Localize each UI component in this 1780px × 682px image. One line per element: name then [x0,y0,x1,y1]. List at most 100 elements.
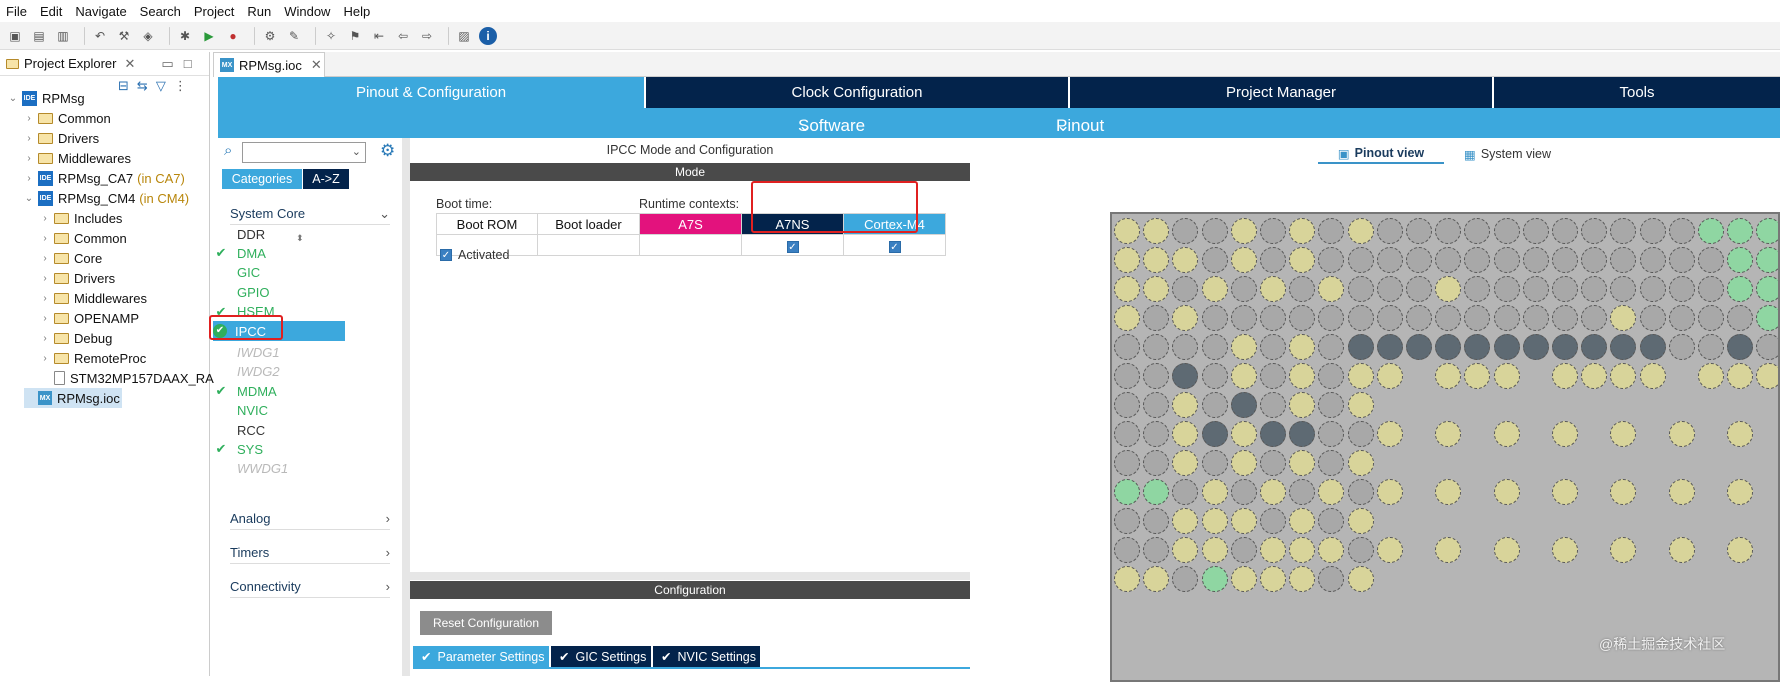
pin[interactable] [1143,305,1170,331]
pin[interactable] [1201,334,1228,360]
pin[interactable] [1289,218,1316,244]
reset-configuration-button[interactable]: Reset Configuration [420,611,552,635]
pin[interactable] [1581,218,1608,244]
pin[interactable] [1172,276,1199,302]
pin[interactable] [1552,276,1578,302]
pin[interactable] [1114,276,1140,302]
pin[interactable] [1435,537,1462,563]
pin[interactable] [1230,305,1257,331]
pin[interactable] [1172,334,1199,360]
search-input[interactable]: ⌄ [242,142,366,163]
pin[interactable] [1172,363,1199,389]
pin[interactable] [1552,305,1578,331]
pin[interactable] [1493,421,1520,447]
pin[interactable] [1668,305,1695,331]
pin[interactable] [1406,305,1432,331]
expand-right-icon[interactable]: › [40,233,50,244]
sort-icon[interactable]: ⬍ [296,233,304,244]
tab-gic-settings[interactable]: ✔ GIC Settings [551,646,651,667]
pin[interactable] [1552,479,1578,505]
undo-icon[interactable]: ↶ [91,27,109,45]
pin[interactable] [1260,450,1286,476]
expand-down-icon[interactable]: ⌄ [24,193,34,204]
task-icon[interactable]: ✎ [285,27,303,45]
pin[interactable] [1376,218,1403,244]
tree-item[interactable]: › Middlewares [24,148,131,168]
pin[interactable] [1581,334,1608,360]
pin[interactable] [1464,363,1491,389]
expand-right-icon[interactable]: › [24,173,34,184]
pin[interactable] [1230,276,1257,302]
save-icon[interactable]: ▤ [30,27,48,45]
pin[interactable] [1172,479,1199,505]
pin[interactable] [1347,566,1374,592]
pin[interactable] [1318,276,1345,302]
tree-item[interactable]: ⌄ IDE RPMsg [8,88,85,108]
pin[interactable] [1610,479,1637,505]
pin[interactable] [1289,479,1316,505]
menu-help[interactable]: Help [343,4,370,19]
pin[interactable] [1201,566,1228,592]
pin[interactable] [1347,305,1374,331]
pin[interactable] [1172,508,1199,534]
pin[interactable] [1230,537,1257,563]
pin[interactable] [1668,247,1695,273]
pin[interactable] [1201,363,1228,389]
category-nvic[interactable]: NVIC [213,401,268,421]
pin[interactable] [1143,247,1170,273]
pin[interactable] [1289,508,1316,534]
pin[interactable] [1347,479,1374,505]
section-system-core[interactable]: System Core ⌄ [230,203,390,225]
activated-checkbox[interactable]: ✓ [440,249,452,261]
menu-project[interactable]: Project [194,4,234,19]
pin[interactable] [1347,392,1374,418]
pin[interactable] [1610,334,1637,360]
pin[interactable] [1376,537,1403,563]
tree-item[interactable]: › OPENAMP [40,308,139,328]
pin[interactable] [1581,305,1608,331]
pin[interactable] [1318,305,1345,331]
menu-file[interactable]: File [6,4,27,19]
pin[interactable] [1493,479,1520,505]
annotation-icon[interactable]: ⚑ [346,27,364,45]
pin[interactable] [1318,566,1345,592]
search-tool-icon[interactable]: ✧ [322,27,340,45]
category-gic[interactable]: GIC [213,263,260,283]
run-icon[interactable]: ▶ [200,27,218,45]
tree-item[interactable]: › Debug [40,328,112,348]
pin[interactable] [1698,305,1724,331]
pin[interactable] [1114,421,1140,447]
pin[interactable] [1493,305,1520,331]
section-analog[interactable]: Analog › [230,508,390,530]
pin[interactable] [1289,363,1316,389]
pin[interactable] [1493,537,1520,563]
pin[interactable] [1172,392,1199,418]
pin[interactable] [1727,276,1754,302]
menu-run[interactable]: Run [247,4,271,19]
pin[interactable] [1201,276,1228,302]
pin[interactable] [1114,392,1140,418]
pin[interactable] [1172,537,1199,563]
pin[interactable] [1114,450,1140,476]
menu-search[interactable]: Search [140,4,181,19]
pin[interactable] [1698,218,1724,244]
pin[interactable] [1668,218,1695,244]
pin[interactable] [1114,566,1140,592]
pin[interactable] [1260,305,1286,331]
pin[interactable] [1318,508,1345,534]
pin[interactable] [1435,421,1462,447]
pin[interactable] [1260,363,1286,389]
pin[interactable] [1552,537,1578,563]
perspective-icon[interactable]: ▨ [455,27,473,45]
pin[interactable] [1289,334,1316,360]
new-icon[interactable]: ▣ [6,27,24,45]
pin[interactable] [1376,334,1403,360]
pin[interactable] [1289,421,1316,447]
pin[interactable] [1727,421,1754,447]
pin[interactable] [1230,334,1257,360]
tree-item[interactable]: › Drivers [24,128,99,148]
pin[interactable] [1552,247,1578,273]
tree-item[interactable]: › Common [40,228,126,248]
pin[interactable] [1727,218,1754,244]
pin[interactable] [1143,479,1170,505]
